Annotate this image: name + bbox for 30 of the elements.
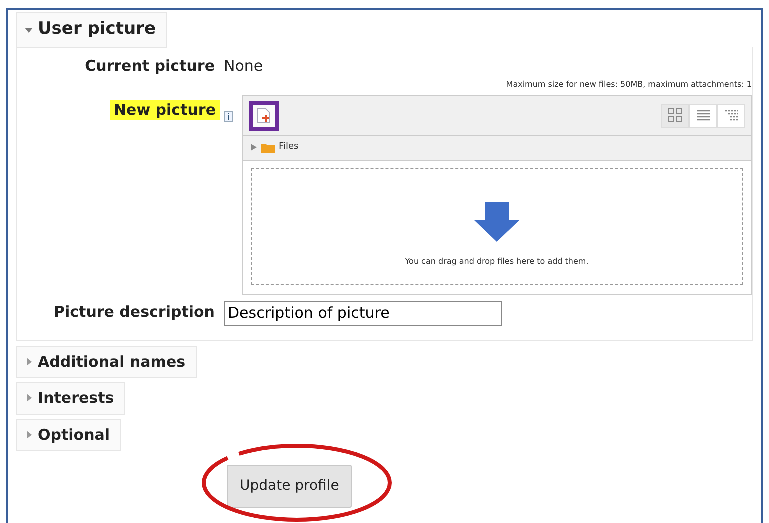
section-toggle[interactable]: Interests — [16, 382, 126, 414]
down-arrow-icon — [474, 202, 520, 242]
tree-icon — [724, 108, 738, 123]
grid-icon — [668, 108, 682, 123]
info-icon — [224, 110, 233, 122]
field-label: Picture description — [54, 302, 215, 320]
folder-label[interactable]: Files — [279, 141, 299, 154]
text-field[interactable]: Description of picture — [224, 300, 502, 326]
field-label: New picture — [110, 100, 220, 120]
expand-caret-icon — [251, 144, 257, 152]
section-toggle[interactable]: Optional — [16, 418, 122, 451]
section-toggle[interactable]: Additional names — [16, 346, 197, 378]
add-file-icon — [257, 108, 271, 124]
add-file-button[interactable] — [249, 100, 279, 130]
limits-text: Maximum size for new files: 50MB, maximum attachments: 1 — [505, 79, 752, 91]
section-toggle[interactable]: User picture — [16, 12, 167, 48]
view-toggle[interactable] — [717, 104, 745, 128]
folder-icon — [261, 142, 275, 153]
expand-caret-icon — [25, 394, 33, 402]
expand-caret-icon — [25, 430, 33, 439]
list-icon — [696, 108, 710, 123]
update-profile-button[interactable]: Update profile — [227, 465, 352, 508]
expand-caret-icon — [25, 358, 33, 366]
view-toggle[interactable] — [661, 104, 689, 128]
view-toggle[interactable] — [689, 104, 717, 128]
drop-hint: You can drag and drop files here to add them. — [405, 256, 589, 268]
drop-zone[interactable]: You can drag and drop files here to add them. — [251, 168, 743, 284]
collapse-caret-icon — [25, 26, 33, 34]
field-value: None — [224, 56, 264, 76]
field-label: Current picture — [85, 56, 215, 74]
